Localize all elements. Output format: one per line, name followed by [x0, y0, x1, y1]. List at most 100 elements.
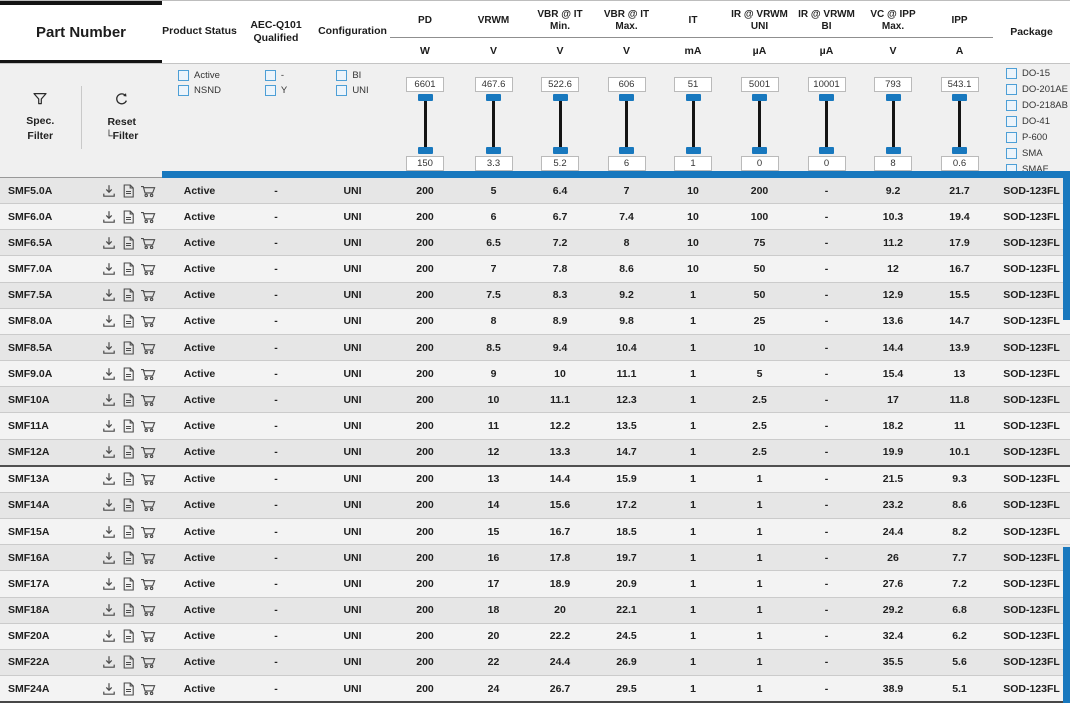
- download-icon[interactable]: [100, 366, 117, 382]
- datasheet-icon[interactable]: [120, 681, 137, 697]
- slider-min-value[interactable]: 5.2: [541, 156, 579, 171]
- slider-track[interactable]: [686, 94, 701, 154]
- slider-handle-max[interactable]: [752, 94, 767, 101]
- part-number-link[interactable]: SMF22A: [8, 656, 49, 668]
- slider-handle-max[interactable]: [486, 94, 501, 101]
- slider-handle-min[interactable]: [752, 147, 767, 154]
- spec-filter-button[interactable]: Spec. Filter: [0, 64, 81, 171]
- cart-icon[interactable]: [140, 313, 157, 329]
- cart-icon[interactable]: [140, 550, 157, 566]
- checkbox-active[interactable]: Active: [178, 70, 220, 81]
- slider-track[interactable]: [486, 94, 501, 154]
- cart-icon[interactable]: [140, 392, 157, 408]
- cart-icon[interactable]: [140, 681, 157, 697]
- cart-icon[interactable]: [140, 418, 157, 434]
- datasheet-icon[interactable]: [120, 444, 137, 460]
- checkbox-do-218ab[interactable]: DO-218AB: [1006, 100, 1068, 111]
- datasheet-icon[interactable]: [120, 235, 137, 251]
- slider-handle-max[interactable]: [952, 94, 967, 101]
- checkbox-p-600[interactable]: P-600: [1006, 132, 1047, 143]
- part-number-link[interactable]: SMF20A: [8, 630, 49, 642]
- cart-icon[interactable]: [140, 444, 157, 460]
- part-number-link[interactable]: SMF14A: [8, 499, 49, 511]
- part-number-link[interactable]: SMF6.0A: [8, 211, 52, 223]
- part-number-link[interactable]: SMF18A: [8, 604, 49, 616]
- cart-icon[interactable]: [140, 471, 157, 487]
- slider-track[interactable]: [752, 94, 767, 154]
- part-number-link[interactable]: SMF8.5A: [8, 342, 52, 354]
- datasheet-icon[interactable]: [120, 576, 137, 592]
- checkbox-smaf[interactable]: SMAF: [1006, 164, 1048, 171]
- slider-handle-min[interactable]: [418, 147, 433, 154]
- slider-max-value[interactable]: 467.6: [475, 77, 513, 92]
- slider-max-value[interactable]: 5001: [741, 77, 779, 92]
- datasheet-icon[interactable]: [120, 392, 137, 408]
- cart-icon[interactable]: [140, 628, 157, 644]
- slider-handle-max[interactable]: [553, 94, 568, 101]
- slider-track[interactable]: [553, 94, 568, 154]
- cart-icon[interactable]: [140, 235, 157, 251]
- cart-icon[interactable]: [140, 287, 157, 303]
- cart-icon[interactable]: [140, 261, 157, 277]
- checkbox-do-41[interactable]: DO-41: [1006, 116, 1050, 127]
- slider-handle-min[interactable]: [952, 147, 967, 154]
- part-number-link[interactable]: SMF7.0A: [8, 263, 52, 275]
- datasheet-icon[interactable]: [120, 313, 137, 329]
- part-number-link[interactable]: SMF24A: [8, 683, 49, 695]
- slider-handle-min[interactable]: [686, 147, 701, 154]
- datasheet-icon[interactable]: [120, 602, 137, 618]
- slider-max-value[interactable]: 522.6: [541, 77, 579, 92]
- slider-handle-max[interactable]: [819, 94, 834, 101]
- cart-icon[interactable]: [140, 602, 157, 618]
- cart-icon[interactable]: [140, 340, 157, 356]
- slider-min-value[interactable]: 3.3: [475, 156, 513, 171]
- datasheet-icon[interactable]: [120, 209, 137, 225]
- cart-icon[interactable]: [140, 366, 157, 382]
- checkbox-uni[interactable]: UNI: [336, 85, 368, 96]
- download-icon[interactable]: [100, 235, 117, 251]
- cart-icon[interactable]: [140, 183, 157, 199]
- slider-track[interactable]: [952, 94, 967, 154]
- slider-handle-max[interactable]: [686, 94, 701, 101]
- slider-max-value[interactable]: 10001: [808, 77, 846, 92]
- slider-handle-max[interactable]: [619, 94, 634, 101]
- datasheet-icon[interactable]: [120, 654, 137, 670]
- slider-min-value[interactable]: 0.6: [941, 156, 979, 171]
- download-icon[interactable]: [100, 497, 117, 513]
- checkbox-dash[interactable]: -: [265, 70, 284, 81]
- download-icon[interactable]: [100, 444, 117, 460]
- slider-handle-min[interactable]: [619, 147, 634, 154]
- slider-max-value[interactable]: 543.1: [941, 77, 979, 92]
- slider-handle-min[interactable]: [486, 147, 501, 154]
- slider-handle-min[interactable]: [886, 147, 901, 154]
- slider-track[interactable]: [886, 94, 901, 154]
- checkbox-sma[interactable]: SMA: [1006, 148, 1043, 159]
- download-icon[interactable]: [100, 183, 117, 199]
- slider-track[interactable]: [819, 94, 834, 154]
- datasheet-icon[interactable]: [120, 261, 137, 277]
- horizontal-scrollbar[interactable]: [162, 171, 1070, 178]
- cart-icon[interactable]: [140, 654, 157, 670]
- slider-max-value[interactable]: 6601: [406, 77, 444, 92]
- cart-icon[interactable]: [140, 576, 157, 592]
- slider-track[interactable]: [619, 94, 634, 154]
- slider-min-value[interactable]: 1: [674, 156, 712, 171]
- download-icon[interactable]: [100, 576, 117, 592]
- slider-min-value[interactable]: 6: [608, 156, 646, 171]
- cart-icon[interactable]: [140, 524, 157, 540]
- download-icon[interactable]: [100, 654, 117, 670]
- slider-min-value[interactable]: 0: [808, 156, 846, 171]
- slider-track[interactable]: [418, 94, 433, 154]
- download-icon[interactable]: [100, 418, 117, 434]
- vertical-scrollbar-bottom[interactable]: [1063, 547, 1070, 703]
- slider-max-value[interactable]: 793: [874, 77, 912, 92]
- slider-max-value[interactable]: 606: [608, 77, 646, 92]
- cart-icon[interactable]: [140, 497, 157, 513]
- download-icon[interactable]: [100, 681, 117, 697]
- checkbox-do-15[interactable]: DO-15: [1006, 68, 1050, 79]
- slider-handle-max[interactable]: [418, 94, 433, 101]
- datasheet-icon[interactable]: [120, 183, 137, 199]
- slider-min-value[interactable]: 150: [406, 156, 444, 171]
- datasheet-icon[interactable]: [120, 418, 137, 434]
- slider-min-value[interactable]: 0: [741, 156, 779, 171]
